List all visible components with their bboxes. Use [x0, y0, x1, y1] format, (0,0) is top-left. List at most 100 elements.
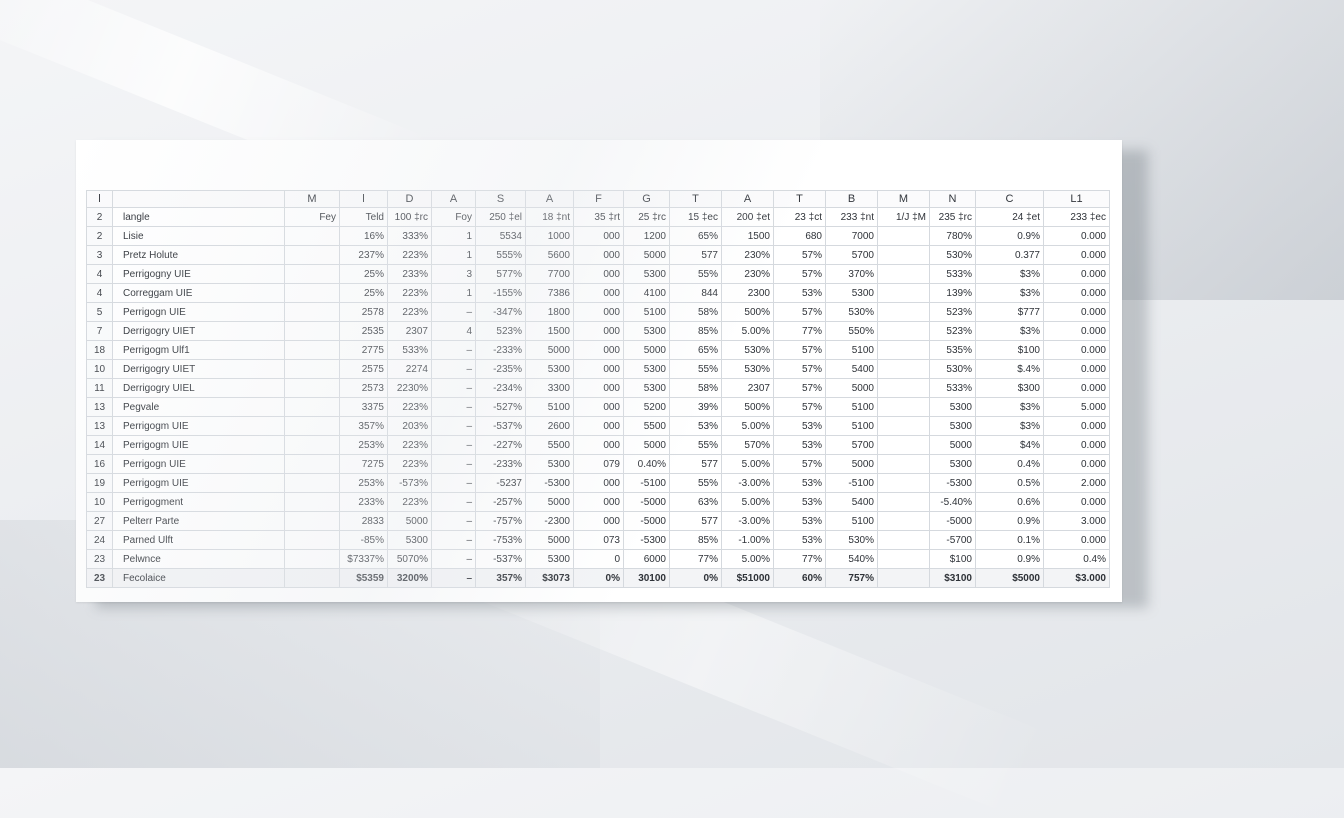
cell[interactable]: 0.000 [1043, 302, 1110, 322]
cell[interactable]: 230% [721, 245, 774, 265]
cell[interactable]: N [929, 190, 976, 208]
cell[interactable]: 57% [773, 245, 826, 265]
cell[interactable]: $7337% [339, 549, 388, 569]
cell[interactable]: – [431, 492, 476, 512]
cell[interactable] [877, 397, 930, 417]
row-number-cell[interactable]: 23 [86, 568, 113, 588]
cell[interactable]: D [387, 190, 432, 208]
cell[interactable]: -527% [475, 397, 526, 417]
row-label-cell[interactable]: Lisie [112, 226, 285, 246]
cell[interactable]: 000 [573, 511, 624, 531]
cell[interactable]: 0.000 [1043, 245, 1110, 265]
cell[interactable]: 2573 [339, 378, 388, 398]
cell[interactable]: 1500 [721, 226, 774, 246]
cell[interactable]: 65% [669, 340, 722, 360]
cell[interactable]: 2307 [387, 321, 432, 341]
cell[interactable]: 357% [475, 568, 526, 588]
row-number-cell[interactable]: 13 [86, 397, 113, 417]
cell[interactable]: 85% [669, 530, 722, 550]
cell[interactable]: 680 [773, 226, 826, 246]
cell[interactable]: Fey [284, 207, 340, 227]
cell[interactable]: 5300 [623, 378, 670, 398]
cell[interactable]: 53% [773, 416, 826, 436]
cell[interactable]: -5.40% [929, 492, 976, 512]
cell[interactable]: 58% [669, 302, 722, 322]
cell[interactable]: -537% [475, 549, 526, 569]
cell[interactable]: 523% [475, 321, 526, 341]
cell[interactable]: -347% [475, 302, 526, 322]
cell[interactable]: – [431, 302, 476, 322]
cell[interactable]: $3% [975, 321, 1044, 341]
cell[interactable]: 235 ‡rc [929, 207, 976, 227]
row-number-cell[interactable]: 16 [86, 454, 113, 474]
cell[interactable]: 0.000 [1043, 454, 1110, 474]
cell[interactable]: 223% [387, 454, 432, 474]
cell[interactable] [877, 568, 930, 588]
cell[interactable]: T [773, 190, 826, 208]
cell[interactable]: 7275 [339, 454, 388, 474]
cell[interactable]: -234% [475, 378, 526, 398]
cell[interactable]: 35 ‡rt [573, 207, 624, 227]
row-number-cell[interactable]: 11 [86, 378, 113, 398]
cell[interactable]: 550% [825, 321, 878, 341]
cell[interactable]: 0.000 [1043, 492, 1110, 512]
cell[interactable]: 0% [669, 568, 722, 588]
cell[interactable]: 530% [825, 302, 878, 322]
cell[interactable]: A [431, 190, 476, 208]
cell[interactable]: 58% [669, 378, 722, 398]
cell[interactable]: -85% [339, 530, 388, 550]
row-number-cell[interactable]: 19 [86, 473, 113, 493]
cell[interactable]: -2300 [525, 511, 574, 531]
cell[interactable]: 500% [721, 302, 774, 322]
cell[interactable]: M [284, 190, 340, 208]
cell[interactable]: 63% [669, 492, 722, 512]
cell[interactable]: 53% [773, 530, 826, 550]
cell[interactable]: S [475, 190, 526, 208]
cell[interactable]: – [431, 549, 476, 569]
cell[interactable]: 5000 [623, 435, 670, 455]
cell[interactable]: Foy [431, 207, 476, 227]
cell[interactable]: 1800 [525, 302, 574, 322]
cell[interactable]: 533% [929, 378, 976, 398]
cell[interactable]: T [669, 190, 722, 208]
row-label-cell[interactable]: Perrigogment [112, 492, 285, 512]
cell[interactable]: B [825, 190, 878, 208]
cell[interactable]: -5300 [929, 473, 976, 493]
cell[interactable]: $777 [975, 302, 1044, 322]
cell[interactable]: 357% [339, 416, 388, 436]
row-label-cell[interactable]: Pegvale [112, 397, 285, 417]
cell[interactable]: 0.000 [1043, 416, 1110, 436]
cell[interactable]: $3.000 [1043, 568, 1110, 588]
cell[interactable]: 65% [669, 226, 722, 246]
cell[interactable]: – [431, 359, 476, 379]
cell[interactable] [284, 378, 340, 398]
cell[interactable]: 000 [573, 359, 624, 379]
row-label-cell[interactable]: langle [112, 207, 285, 227]
cell[interactable]: 0.000 [1043, 283, 1110, 303]
cell[interactable]: 0.000 [1043, 359, 1110, 379]
cell[interactable] [284, 321, 340, 341]
cell[interactable]: – [431, 473, 476, 493]
cell[interactable]: Teld [339, 207, 388, 227]
cell[interactable]: 5000 [525, 340, 574, 360]
cell[interactable]: 5000 [623, 245, 670, 265]
row-label-cell[interactable]: Perrigogm Ulf1 [112, 340, 285, 360]
row-label-cell[interactable]: Derrigogry UIET [112, 359, 285, 379]
cell[interactable]: 5100 [825, 511, 878, 531]
cell[interactable]: 5534 [475, 226, 526, 246]
cell[interactable]: 0.000 [1043, 435, 1110, 455]
cell[interactable]: – [431, 435, 476, 455]
cell[interactable]: 5100 [825, 416, 878, 436]
cell[interactable]: 7386 [525, 283, 574, 303]
cell[interactable]: -1.00% [721, 530, 774, 550]
cell[interactable]: 3300 [525, 378, 574, 398]
row-label-cell[interactable]: Perrigogn UIE [112, 454, 285, 474]
cell[interactable]: C [975, 190, 1044, 208]
cell[interactable]: -5000 [623, 511, 670, 531]
cell[interactable]: 0.9% [975, 511, 1044, 531]
cell[interactable]: 55% [669, 435, 722, 455]
cell[interactable]: 5100 [623, 302, 670, 322]
cell[interactable]: A [721, 190, 774, 208]
cell[interactable]: – [431, 530, 476, 550]
row-label-cell[interactable]: Derrigogry UIEL [112, 378, 285, 398]
